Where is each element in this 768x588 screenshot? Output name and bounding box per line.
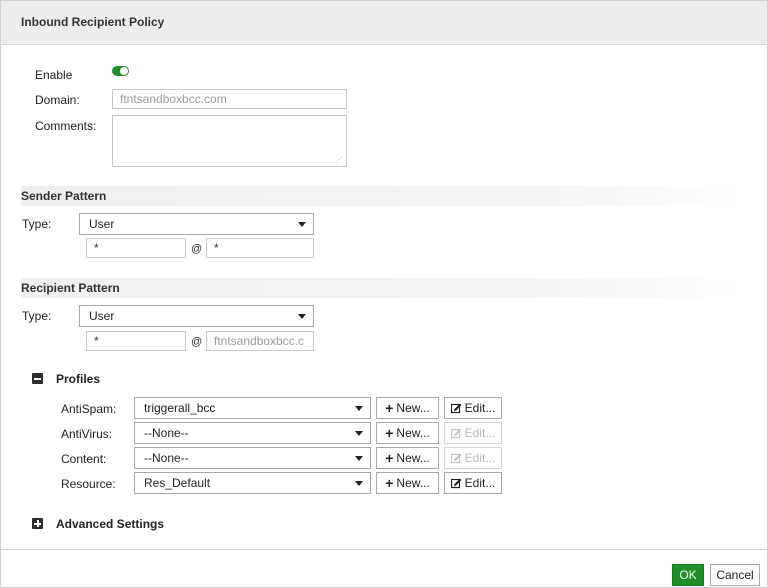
sender-at-sign: @ [191,243,203,255]
chevron-down-icon [355,431,363,436]
sender-domain-input[interactable]: * [206,238,314,258]
content-label: Content: [61,452,107,466]
profiles-title[interactable]: Profiles [56,372,100,386]
antivirus-label: AntiVirus: [61,427,113,441]
antivirus-edit-button[interactable]: Edit... [444,422,502,444]
resource-value: Res_Default [144,476,211,490]
recipient-domain-input[interactable]: ftntsandboxbcc.c [206,331,314,351]
sender-type-value: User [89,217,115,231]
recipient-local-input[interactable]: * [86,331,186,351]
antispam-new-button[interactable]: + New... [376,397,439,419]
recipient-type-label: Type: [22,309,52,323]
collapse-minus-icon[interactable] [32,373,43,384]
resource-label: Resource: [61,477,116,491]
edit-icon [450,453,462,464]
recipient-at-sign: @ [191,336,203,348]
recipient-type-value: User [89,309,115,323]
recipient-pattern-header: Recipient Pattern [21,278,746,298]
plus-icon: + [385,400,394,416]
content-edit-label: Edit... [464,451,496,465]
antispam-new-label: New... [396,401,430,415]
expand-plus-icon[interactable] [32,518,43,529]
footer-divider [1,549,767,550]
sender-pattern-header: Sender Pattern [21,186,746,206]
sender-type-label: Type: [22,217,52,231]
sender-local-input[interactable]: * [86,238,186,258]
resource-edit-button[interactable]: Edit... [444,472,502,494]
minus-bar [34,377,41,380]
enable-label: Enable [35,68,73,82]
resource-new-label: New... [396,476,430,490]
advanced-settings-title[interactable]: Advanced Settings [56,517,164,531]
plus-icon: + [385,475,394,491]
antispam-edit-button[interactable]: Edit... [444,397,502,419]
edit-icon [450,478,462,489]
edit-icon [450,428,462,439]
enable-toggle[interactable] [112,66,129,76]
chevron-down-icon [298,314,306,319]
antivirus-value: --None-- [144,426,189,440]
ok-button[interactable]: OK [672,564,704,586]
content-new-button[interactable]: + New... [376,447,439,469]
toggle-knob [120,67,128,75]
resource-new-button[interactable]: + New... [376,472,439,494]
chevron-down-icon [298,222,306,227]
edit-icon [450,403,462,414]
cancel-button[interactable]: Cancel [710,564,760,586]
sender-type-select[interactable]: User [79,213,314,235]
sender-pattern-title: Sender Pattern [21,189,107,203]
antispam-label: AntiSpam: [61,402,117,416]
plus-bar-vertical [36,520,39,527]
chevron-down-icon [355,406,363,411]
resource-select[interactable]: Res_Default [134,472,371,494]
recipient-pattern-title: Recipient Pattern [21,281,120,295]
chevron-down-icon [355,456,363,461]
antispam-value: triggerall_bcc [144,401,216,415]
content-edit-button[interactable]: Edit... [444,447,502,469]
resize-grip-icon[interactable]: ⋰ [336,157,343,164]
antivirus-new-button[interactable]: + New... [376,422,439,444]
content-value: --None-- [144,451,189,465]
dialog-title: Inbound Recipient Policy [21,15,165,29]
content-select[interactable]: --None-- [134,447,371,469]
content-new-label: New... [396,451,430,465]
plus-icon: + [385,450,394,466]
recipient-type-select[interactable]: User [79,305,314,327]
dialog-titlebar: Inbound Recipient Policy [1,1,767,45]
comments-label: Comments: [35,119,97,133]
comments-textarea[interactable]: ⋰ [112,115,347,167]
inbound-recipient-policy-dialog: Inbound Recipient Policy Enable Domain: … [0,0,768,588]
plus-icon: + [385,425,394,441]
resource-edit-label: Edit... [464,476,496,490]
domain-input[interactable]: ftntsandboxbcc.com [112,89,347,109]
antispam-select[interactable]: triggerall_bcc [134,397,371,419]
antivirus-new-label: New... [396,426,430,440]
antispam-edit-label: Edit... [464,401,496,415]
antivirus-select[interactable]: --None-- [134,422,371,444]
domain-label: Domain: [35,93,80,107]
antivirus-edit-label: Edit... [464,426,496,440]
chevron-down-icon [355,481,363,486]
